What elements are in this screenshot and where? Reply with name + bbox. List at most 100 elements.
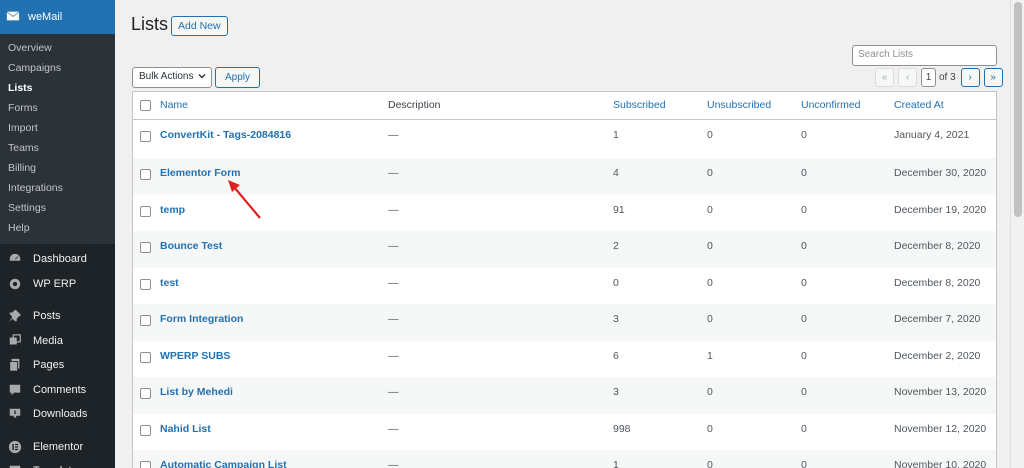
- cell-created-at: January 4, 2021: [894, 128, 970, 141]
- row-checkbox[interactable]: [140, 424, 151, 436]
- cell-unconfirmed: 0: [801, 128, 807, 141]
- cell-created-at: December 2, 2020: [894, 349, 981, 362]
- menu-item-templates[interactable]: Templates: [0, 459, 115, 468]
- comments-icon: [7, 382, 23, 398]
- cell-subscribed: 4: [613, 167, 619, 179]
- cell-created-at: December 8, 2020: [894, 240, 981, 252]
- submenu-item-campaigns[interactable]: Campaigns: [0, 58, 115, 78]
- cell-created-at: December 19, 2020: [894, 203, 987, 216]
- submenu-item-help[interactable]: Help: [0, 218, 115, 238]
- column-created-at[interactable]: Created At: [894, 92, 996, 120]
- templates-icon: [7, 463, 23, 468]
- downloads-icon: [7, 406, 23, 422]
- list-name-link[interactable]: Nahid List: [160, 423, 211, 435]
- select-all-checkbox[interactable]: [140, 100, 151, 112]
- next-page-button[interactable]: ›: [960, 68, 980, 87]
- submenu-item-integrations[interactable]: Integrations: [0, 178, 115, 198]
- cell-unsubscribed: 0: [707, 240, 713, 252]
- submenu-item-overview[interactable]: Overview: [0, 38, 115, 58]
- cell-description: —: [388, 167, 399, 179]
- table-row: temp — 91 0 0 December 19, 2020: [133, 195, 996, 232]
- menu-item-pages[interactable]: Pages: [0, 353, 115, 378]
- table-header-row: Name Description Subscribed Unsubscribed…: [133, 92, 996, 120]
- list-name-link[interactable]: temp: [160, 204, 185, 216]
- cell-unsubscribed: 0: [707, 167, 713, 179]
- main-content: Lists Add New Search Lists Bulk Actions …: [115, 0, 1010, 468]
- row-checkbox[interactable]: [140, 461, 151, 468]
- menu-item-label: Downloads: [33, 408, 88, 421]
- last-page-button[interactable]: »: [983, 68, 1003, 87]
- wemail-envelope-icon: [6, 9, 22, 25]
- cell-unconfirmed: 0: [801, 422, 807, 435]
- add-new-button[interactable]: Add New: [171, 16, 228, 36]
- bulk-actions-select[interactable]: Bulk Actions: [132, 67, 212, 88]
- list-name-link[interactable]: ConvertKit - Tags-2084816: [160, 129, 291, 141]
- menu-item-comments[interactable]: Comments: [0, 378, 115, 403]
- submenu-item-lists[interactable]: Lists: [0, 78, 115, 98]
- list-name-link[interactable]: WPERP SUBS: [160, 350, 230, 362]
- row-checkbox[interactable]: [140, 242, 151, 253]
- menu-wemail[interactable]: weMail: [0, 0, 115, 34]
- bulk-actions-label: Bulk Actions: [139, 71, 194, 82]
- list-name-link[interactable]: Elementor Form: [160, 167, 241, 179]
- table-row: Form Integration — 3 0 0 December 7, 2020: [133, 304, 996, 341]
- prev-page-button[interactable]: ‹: [898, 68, 917, 87]
- column-unsubscribed[interactable]: Unsubscribed: [707, 92, 801, 120]
- media-icon: [7, 333, 23, 349]
- cell-created-at: December 30, 2020: [894, 167, 987, 179]
- submenu-item-forms[interactable]: Forms: [0, 98, 115, 118]
- menu-item-posts[interactable]: Posts: [0, 304, 115, 329]
- search-lists-input[interactable]: Search Lists: [852, 45, 997, 66]
- admin-sidebar: weMail Overview Campaigns Lists Forms Import…: [0, 0, 115, 468]
- row-checkbox[interactable]: [140, 169, 151, 180]
- cell-unconfirmed: 0: [801, 203, 807, 216]
- cell-unconfirmed: 0: [801, 459, 807, 468]
- cell-created-at: November 12, 2020: [894, 422, 987, 435]
- cell-created-at: November 10, 2020: [894, 459, 987, 468]
- cell-subscribed: 6: [613, 349, 619, 362]
- scrollbar-thumb[interactable]: [1014, 2, 1022, 217]
- submenu-item-billing[interactable]: Billing: [0, 158, 115, 178]
- page-scrollbar[interactable]: [1010, 0, 1024, 468]
- current-page-input[interactable]: 1: [921, 68, 936, 87]
- cell-created-at: December 7, 2020: [894, 313, 981, 325]
- row-checkbox[interactable]: [140, 351, 151, 363]
- submenu-item-teams[interactable]: Teams: [0, 138, 115, 158]
- menu-separator: [0, 296, 115, 304]
- menu-item-wp-erp[interactable]: WP ERP: [0, 272, 115, 297]
- column-subscribed[interactable]: Subscribed: [613, 92, 707, 120]
- apply-button[interactable]: Apply: [215, 67, 261, 88]
- menu-wemail-label: weMail: [28, 11, 63, 23]
- column-unconfirmed[interactable]: Unconfirmed: [801, 92, 894, 120]
- cell-created-at: December 8, 2020: [894, 276, 981, 289]
- row-checkbox[interactable]: [140, 388, 151, 399]
- row-checkbox[interactable]: [140, 278, 151, 290]
- cell-description: —: [388, 386, 399, 398]
- cell-description: —: [388, 459, 399, 468]
- row-checkbox[interactable]: [140, 205, 151, 217]
- list-name-link[interactable]: List by Mehedi: [160, 386, 233, 398]
- cell-description: —: [388, 276, 399, 289]
- cell-subscribed: 1: [613, 459, 619, 468]
- cell-description: —: [388, 422, 399, 435]
- page-title: Lists: [131, 14, 169, 34]
- menu-item-label: Dashboard: [33, 253, 87, 266]
- menu-item-dashboard[interactable]: Dashboard: [0, 247, 115, 272]
- first-page-button[interactable]: «: [875, 68, 894, 87]
- pushpin-icon: [7, 308, 23, 324]
- list-name-link[interactable]: Form Integration: [160, 313, 243, 325]
- submenu-item-settings[interactable]: Settings: [0, 198, 115, 218]
- row-checkbox[interactable]: [140, 130, 151, 142]
- column-name[interactable]: Name: [160, 92, 388, 120]
- menu-item-media[interactable]: Media: [0, 329, 115, 354]
- menu-item-elementor[interactable]: Elementor: [0, 435, 115, 460]
- menu-item-label: WP ERP: [33, 277, 77, 290]
- cell-unsubscribed: 0: [707, 276, 713, 289]
- list-name-link[interactable]: Bounce Test: [160, 240, 222, 252]
- list-name-link[interactable]: test: [160, 277, 179, 289]
- submenu-item-import[interactable]: Import: [0, 118, 115, 138]
- cell-unconfirmed: 0: [801, 167, 807, 179]
- menu-item-downloads[interactable]: Downloads: [0, 402, 115, 427]
- row-checkbox[interactable]: [140, 315, 151, 326]
- list-name-link[interactable]: Automatic Campaign List: [160, 459, 287, 468]
